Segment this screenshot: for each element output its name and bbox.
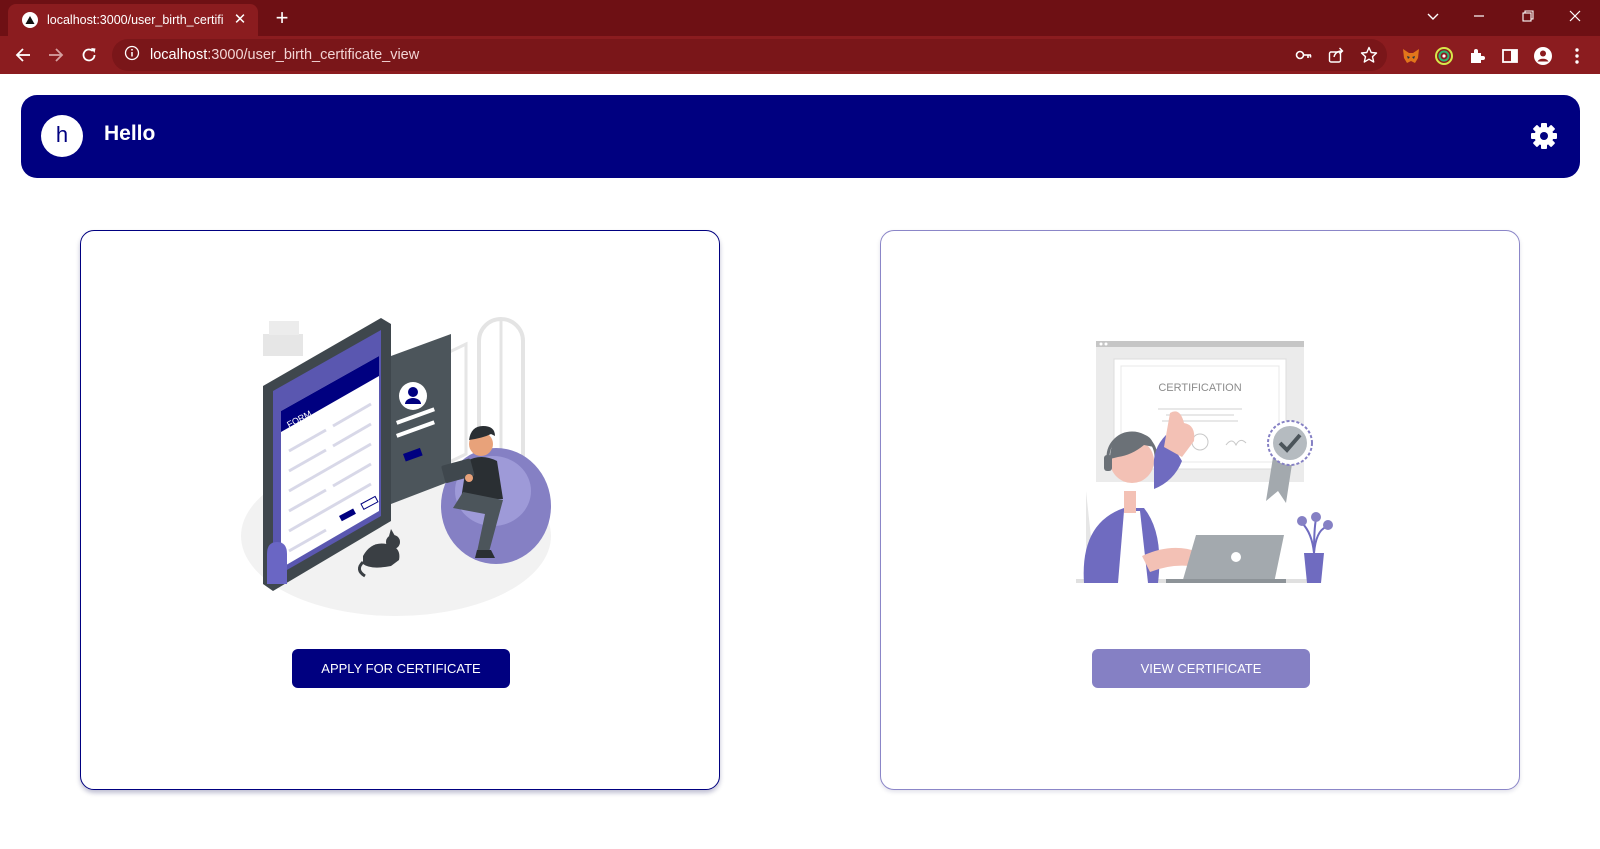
restore-icon[interactable] (1505, 0, 1551, 32)
key-icon[interactable] (1292, 43, 1316, 67)
share-icon[interactable] (1324, 43, 1348, 67)
menu-icon[interactable] (1566, 45, 1588, 67)
browser-tab[interactable]: localhost:3000/user_birth_certific ✕ (8, 4, 258, 36)
forward-icon[interactable] (42, 41, 70, 69)
tab-strip: localhost:3000/user_birth_certific ✕ + (0, 0, 1600, 36)
back-icon[interactable] (9, 41, 37, 69)
address-bar[interactable]: localhost:3000/user_birth_certificate_vi… (112, 39, 1387, 71)
puzzle-icon[interactable] (1466, 45, 1488, 67)
reload-icon[interactable] (75, 41, 103, 69)
app-header: h Hello (21, 95, 1580, 178)
form-illustration: FORM (241, 317, 551, 616)
star-icon[interactable] (1357, 43, 1381, 67)
tab-title: localhost:3000/user_birth_certific (47, 13, 224, 27)
view-card: CERTIFICATION VIEW CERTIFICATE (880, 230, 1520, 790)
url-text: localhost:3000/user_birth_certificate_vi… (150, 47, 420, 63)
tab-close-icon[interactable]: ✕ (232, 12, 248, 28)
settings-gear-icon[interactable] (1530, 122, 1558, 150)
certificate-heading: CERTIFICATION (1158, 382, 1241, 394)
metamask-icon[interactable] (1400, 45, 1422, 67)
new-tab-button[interactable]: + (270, 6, 294, 30)
minimize-icon[interactable] (1456, 0, 1502, 32)
sidepanel-icon[interactable] (1499, 45, 1521, 67)
profile-icon[interactable] (1532, 45, 1554, 67)
browser-toolbar: localhost:3000/user_birth_certificate_vi… (0, 36, 1600, 74)
greeting-text: Hello (104, 122, 156, 145)
favicon-icon (22, 12, 38, 28)
close-window-icon[interactable] (1552, 0, 1598, 32)
tab-search-icon[interactable] (1410, 0, 1456, 32)
apply-for-certificate-button[interactable]: APPLY FOR CERTIFICATE (292, 649, 510, 688)
certificate-illustration: CERTIFICATION (1076, 341, 1333, 583)
extension-icon[interactable] (1433, 45, 1455, 67)
info-icon[interactable] (124, 45, 140, 66)
apply-card: FORM APPLY FOR CERTIFICATE (80, 230, 720, 790)
avatar[interactable]: h (41, 115, 83, 157)
view-certificate-button[interactable]: VIEW CERTIFICATE (1092, 649, 1310, 688)
